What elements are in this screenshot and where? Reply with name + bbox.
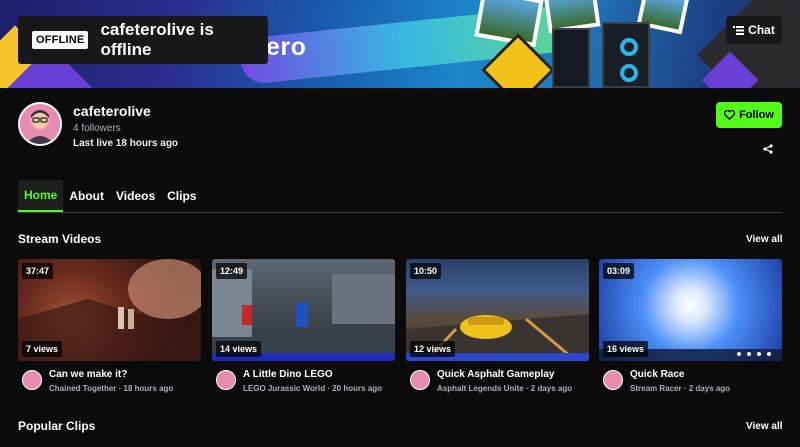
creator-avatar[interactable] <box>410 370 430 390</box>
video-duration: 10:50 <box>410 263 442 279</box>
follow-button-label: Follow <box>739 109 774 121</box>
channel-tabs: Home About Videos Clips <box>18 180 782 213</box>
video-title[interactable]: A Little Dino LEGO <box>243 369 333 380</box>
video-title[interactable]: Quick Race <box>630 369 684 380</box>
chat-button[interactable]: Chat <box>726 16 782 44</box>
share-icon <box>763 144 773 154</box>
channel-avatar[interactable] <box>18 102 62 146</box>
video-views: 16 views <box>603 341 649 357</box>
video-duration: 37:47 <box>22 263 54 279</box>
tab-about[interactable]: About <box>63 180 110 212</box>
video-views: 14 views <box>216 341 262 357</box>
video-card[interactable]: 12:49 14 views A Little Dino LEGO LEGO J… <box>212 259 395 396</box>
share-button[interactable] <box>760 141 776 157</box>
popular-clips-heading: Popular Clips <box>18 419 96 433</box>
follower-count: 4 followers <box>73 123 121 134</box>
video-card[interactable]: 10:50 12 views Quick Asphalt Gameplay As… <box>406 259 589 396</box>
banner-speaker <box>620 64 638 82</box>
chat-icon <box>733 25 745 35</box>
banner-brand-text: ero <box>266 33 307 61</box>
video-subtitle: Chained Together · 18 hours ago <box>49 384 174 393</box>
banner-pc-tower <box>552 28 590 88</box>
video-views: 12 views <box>410 341 456 357</box>
creator-avatar[interactable] <box>216 370 236 390</box>
video-subtitle: Stream Racer · 2 days ago <box>630 384 731 393</box>
chat-button-label: Chat <box>748 23 775 37</box>
creator-avatar[interactable] <box>603 370 623 390</box>
offline-status: OFFLINE cafeterolive is offline <box>18 16 268 64</box>
video-title[interactable]: Can we make it? <box>49 369 127 380</box>
stream-videos-view-all-link[interactable]: View all <box>746 234 783 245</box>
video-duration: 12:49 <box>216 263 248 279</box>
stream-videos-heading: Stream Videos <box>18 232 102 246</box>
tab-videos[interactable]: Videos <box>110 180 161 212</box>
avatar-illustration <box>20 104 60 144</box>
creator-avatar[interactable] <box>22 370 42 390</box>
video-thumbnail[interactable]: 03:09 16 views <box>599 259 782 361</box>
follow-button[interactable]: Follow <box>716 102 782 128</box>
popular-clips-view-all-link[interactable]: View all <box>746 421 783 432</box>
video-thumbnail[interactable]: 37:47 7 views <box>18 259 201 361</box>
video-duration: 03:09 <box>603 263 635 279</box>
tab-clips[interactable]: Clips <box>161 180 202 212</box>
offline-message: cafeterolive is offline <box>100 20 214 59</box>
video-card[interactable]: 37:47 7 views Can we make it? Chained To… <box>18 259 201 396</box>
last-live-time: Last live 18 hours ago <box>73 138 179 149</box>
video-subtitle: LEGO Jurassic World · 20 hours ago <box>243 384 382 393</box>
video-thumbnail[interactable]: 10:50 12 views <box>406 259 589 361</box>
video-card[interactable]: 03:09 16 views Quick Race Stream Racer ·… <box>599 259 782 396</box>
banner-speaker <box>620 38 638 56</box>
video-thumbnail[interactable]: 12:49 14 views <box>212 259 395 361</box>
offline-badge: OFFLINE <box>32 31 89 49</box>
video-title[interactable]: Quick Asphalt Gameplay <box>437 369 554 380</box>
video-views: 7 views <box>22 341 63 357</box>
heart-icon <box>724 110 736 120</box>
channel-name: cafeterolive <box>73 103 151 119</box>
video-subtitle: Asphalt Legends Unite · 2 days ago <box>437 384 573 393</box>
tab-home[interactable]: Home <box>18 180 64 212</box>
